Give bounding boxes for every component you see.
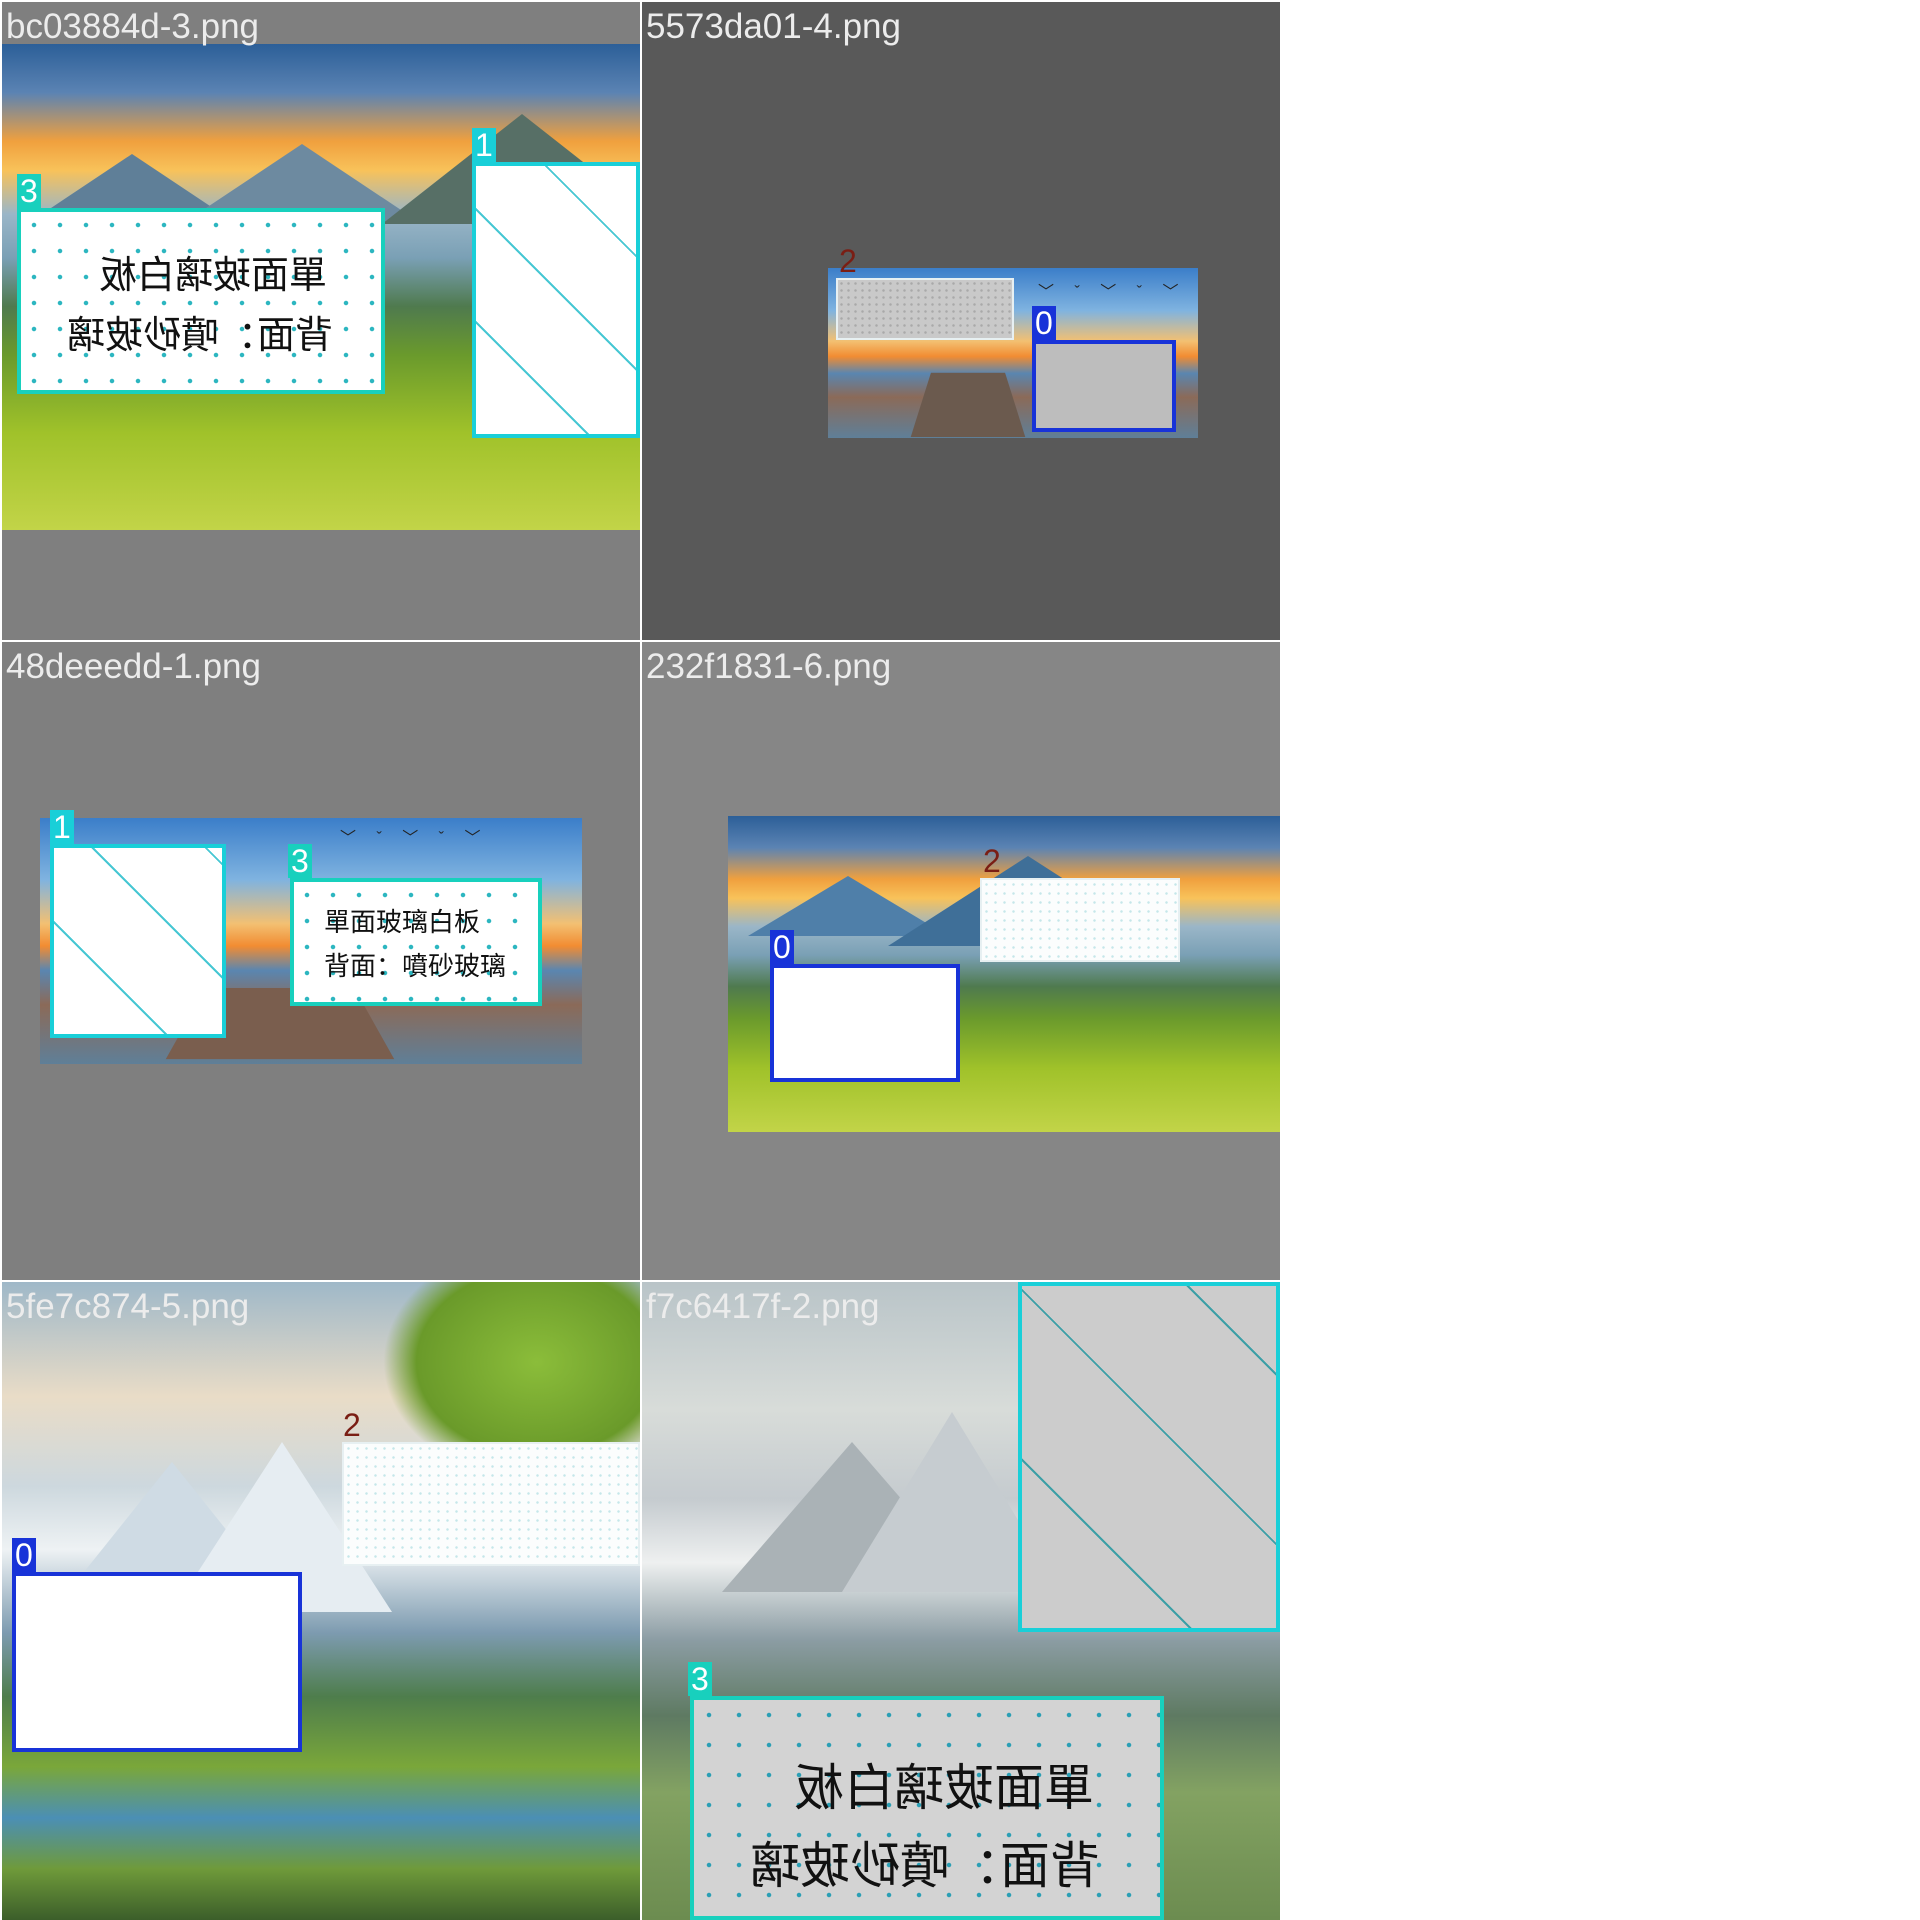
annotation-box-class-1 [1018,1282,1280,1632]
tile-filename: bc03884d-3.png [6,7,259,46]
mosaic-tile-1: bc03884d-3.png 單面玻璃白板 背面：噴砂玻璃 3 1 [2,2,640,640]
box-label-3: 3 [17,174,41,208]
box-label-3: 3 [688,1662,712,1696]
mosaic-tile-3: 48deeedd-1.png ﹀ ˇ ﹀ ˇ ﹀ 1 單面玻璃白板 背面：噴砂玻… [2,642,640,1280]
box-label-0: 0 [770,930,794,964]
annotation-box-class-1 [50,844,226,1038]
box-label-2: 2 [983,843,1001,879]
annotation-box-class-0 [12,1572,302,1752]
annotation-box-class-2 [836,278,1014,340]
annotation-box-class-2 [342,1442,640,1566]
mosaic-tile-6: f7c6417f-2.png 1 單面玻璃白板 背面：噴砂玻璃 3 [642,1282,1280,1920]
box-label-1: 1 [472,128,496,162]
annotation-box-class-0 [770,964,960,1082]
box-label-2: 2 [343,1407,361,1443]
sign-text-line-2: 背面：噴砂玻璃 [324,952,507,982]
sign-text-line-2: 背面：噴砂玻璃 [750,1837,1100,1895]
tile-filename: 232f1831-6.png [646,647,892,686]
box-label-0: 0 [1032,306,1056,340]
box-label-2: 2 [839,243,857,279]
annotation-box-class-1 [472,162,640,438]
sign-text-line-1: 單面玻璃白板 [794,1759,1094,1817]
annotation-box-class-3: 單面玻璃白板 背面：噴砂玻璃 [690,1696,1164,1920]
sign-text-line-1: 單面玻璃白板 [324,908,481,938]
tile-filename: 48deeedd-1.png [6,647,261,686]
annotation-box-class-2 [980,878,1180,962]
box-label-1: 1 [50,810,74,844]
birds-decoration: ﹀ ˇ ﹀ ˇ ﹀ [1038,284,1187,301]
tile-filename: 5573da01-4.png [646,7,901,46]
annotation-box-class-3: 單面玻璃白板 背面：噴砂玻璃 [17,208,385,394]
tile-filename: f7c6417f-2.png [646,1287,880,1326]
sign-text-line-1: 單面玻璃白板 [99,253,328,297]
mosaic-tile-5: 5fe7c874-5.png 2 0 [2,1282,640,1920]
annotation-box-class-3: 單面玻璃白板 背面：噴砂玻璃 [290,878,542,1006]
tile-filename: 5fe7c874-5.png [6,1287,250,1326]
annotation-box-class-0 [1032,340,1176,432]
mosaic-tile-2: 5573da01-4.png ﹀ ˇ ﹀ ˇ ﹀ 2 0 [642,2,1280,640]
mosaic-tile-4: 232f1831-6.png 2 0 [642,642,1280,1280]
box-label-0: 0 [12,1538,36,1572]
birds-decoration: ﹀ ˇ ﹀ ˇ ﹀ [340,830,489,847]
box-label-3: 3 [288,844,312,878]
sign-text-line-2: 背面：噴砂玻璃 [67,313,334,357]
